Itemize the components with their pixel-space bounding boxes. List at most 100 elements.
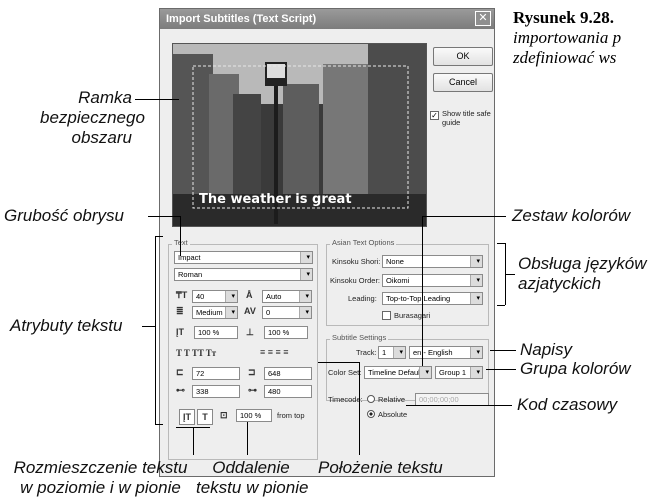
leader-asian-top [497, 243, 505, 244]
leader-subtitles [490, 350, 516, 351]
dialog-title: Import Subtitles (Text Script) [166, 13, 317, 25]
leader-colorset-vert [422, 216, 423, 366]
ok-button[interactable]: OK [433, 47, 493, 66]
leader-layout-h [176, 427, 210, 428]
chevron-down-icon[interactable]: ▾ [231, 291, 235, 302]
annotation-text-layout: Rozmieszczenie tekstu w poziomie i w pio… [8, 458, 193, 498]
close-button[interactable]: ✕ [475, 11, 491, 26]
safe-guide-label: Show title safe guide [442, 109, 491, 127]
asian-leading-label: Leading: [348, 294, 377, 303]
horizontal-scale-field[interactable]: 100 % [264, 326, 308, 339]
chevron-down-icon[interactable]: ▾ [476, 347, 480, 358]
kinsoku-order-label: Kinsoku Order: [330, 276, 381, 285]
asian-text-group-label: Asian Text Options [330, 238, 397, 247]
vertical-text-button[interactable]: T [197, 409, 213, 425]
chevron-down-icon[interactable]: ▾ [231, 307, 235, 318]
height-field[interactable]: 480 [264, 385, 312, 398]
chevron-down-icon[interactable]: ▾ [305, 291, 309, 302]
annotation-subtitles: Napisy [520, 340, 572, 359]
annotation-text-attrs: Atrybuty tekstu [10, 316, 123, 335]
annotation-text-layout-line1: Rozmieszczenie tekstu [13, 458, 188, 477]
chevron-down-icon[interactable]: ▾ [425, 367, 429, 378]
leader-group [486, 369, 516, 370]
relative-label: Relative [378, 395, 406, 404]
x-position-field[interactable]: 72 [192, 367, 240, 380]
leader-attrs-bracket [155, 236, 156, 424]
horizontal-text-button[interactable]: ĮT [179, 409, 195, 425]
caption-line2: importowania p [513, 28, 622, 47]
y-position-field[interactable]: 648 [264, 367, 312, 380]
annotation-asian-line2: azjatyckich [518, 274, 602, 293]
caption-number: Rysunek 9.28. [513, 8, 614, 27]
absolute-radio[interactable] [367, 410, 375, 418]
annotation-safe-frame-line1: Ramka [78, 88, 132, 107]
leader-timecode [406, 405, 512, 406]
chevron-down-icon[interactable]: ▾ [476, 367, 480, 378]
chevron-down-icon[interactable]: ▾ [476, 256, 480, 267]
annotation-timecode: Kod czasowy [517, 395, 618, 414]
chevron-down-icon[interactable]: ▾ [476, 293, 480, 304]
chevron-down-icon[interactable]: ▾ [305, 307, 309, 318]
style-select[interactable]: Roman ▾ [174, 268, 313, 281]
caption-line3: zdefiniować ws [513, 48, 617, 67]
language-select[interactable]: en - English ▾ [409, 346, 483, 359]
vertical-scale-icon: ĮT [176, 327, 184, 337]
cancel-button[interactable]: Cancel [433, 73, 493, 92]
font-size-select[interactable]: 40 ▾ [192, 290, 238, 303]
track-label: Track: [356, 348, 377, 357]
dialog-titlebar: Import Subtitles (Text Script) [160, 9, 494, 29]
safe-guide-checkbox[interactable]: ✓ [430, 111, 439, 120]
annotation-color-group: Grupa kolorów [520, 359, 631, 378]
subtitle-settings-label: Subtitle Settings [330, 333, 389, 342]
tracking-select[interactable]: 0 ▾ [262, 306, 312, 319]
leader-stroke [148, 216, 180, 217]
offset-icon: ⊡ [220, 410, 228, 420]
y-position-icon: ⊐ [248, 367, 256, 377]
import-subtitles-dialog: Import Subtitles (Text Script) ✕ The wea… [159, 8, 495, 477]
font-select[interactable]: Impact ▾ [174, 251, 313, 264]
absolute-label: Absolute [378, 410, 408, 419]
leading-select[interactable]: Auto ▾ [262, 290, 312, 303]
font-size-icon: ₸T [176, 290, 188, 300]
chevron-down-icon[interactable]: ▾ [306, 269, 310, 280]
burasagari-checkbox[interactable] [382, 311, 391, 320]
stroke-select[interactable]: Medium ▾ [192, 306, 238, 319]
chevron-down-icon[interactable]: ▾ [399, 347, 403, 358]
relative-radio[interactable] [367, 395, 375, 403]
burasagari-label: Burasagari [394, 311, 431, 320]
asian-leading-select[interactable]: Top-to-Top Leading ▾ [382, 292, 483, 305]
chevron-down-icon[interactable]: ▾ [476, 275, 480, 286]
text-format-icons[interactable]: T T TT Tт [176, 348, 216, 358]
kinsoku-shori-select[interactable]: None ▾ [382, 255, 483, 268]
annotation-text-offset-line1: Oddalenie [212, 458, 290, 477]
annotation-asian: Obsługa języków azjatyckich [518, 254, 647, 294]
horizontal-scale-icon: ⊥ [246, 327, 254, 337]
annotation-text-offset: Oddalenie tekstu w pionie [196, 458, 308, 498]
vertical-scale-field[interactable]: 100 % [194, 326, 238, 339]
offset-field[interactable]: 100 % [236, 409, 272, 422]
annotation-text-position: Położenie tekstu [318, 458, 443, 477]
colorset-select[interactable]: Timeline Default ▾ [364, 366, 432, 379]
timecode-label: Timecode: [328, 395, 363, 404]
leader-colorset [422, 216, 506, 217]
chevron-down-icon[interactable]: ▾ [306, 252, 310, 263]
annotation-color-set: Zestaw kolorów [512, 206, 631, 225]
annotation-text-layout-line2: w poziomie i w pionie [20, 478, 181, 497]
width-field[interactable]: 338 [192, 385, 240, 398]
leader-attrs-top [155, 236, 163, 237]
preview-subtitle-text: The weather is great [199, 192, 352, 207]
track-select[interactable]: 1 ▾ [378, 346, 406, 359]
preview-image: The weather is great [172, 43, 427, 227]
annotation-stroke-width: Grubość obrysu [4, 206, 124, 225]
kinsoku-order-select[interactable]: Oikomi ▾ [382, 274, 483, 287]
leading-icon: Å [246, 290, 253, 300]
annotation-safe-frame-line2: bezpiecznego [40, 108, 145, 127]
leader-asian [505, 274, 515, 275]
color-group-select[interactable]: Group 1 ▾ [435, 366, 483, 379]
stroke-icon: ≣ [176, 306, 184, 316]
leader-asian-bottom [497, 305, 505, 306]
leader-safe-frame [135, 99, 179, 100]
align-icons[interactable]: ≡ ≡ ≡ ≡ [260, 347, 289, 357]
figure-caption: Rysunek 9.28. importowania p zdefiniować… [513, 8, 621, 68]
leader-stroke-vert [180, 216, 181, 256]
